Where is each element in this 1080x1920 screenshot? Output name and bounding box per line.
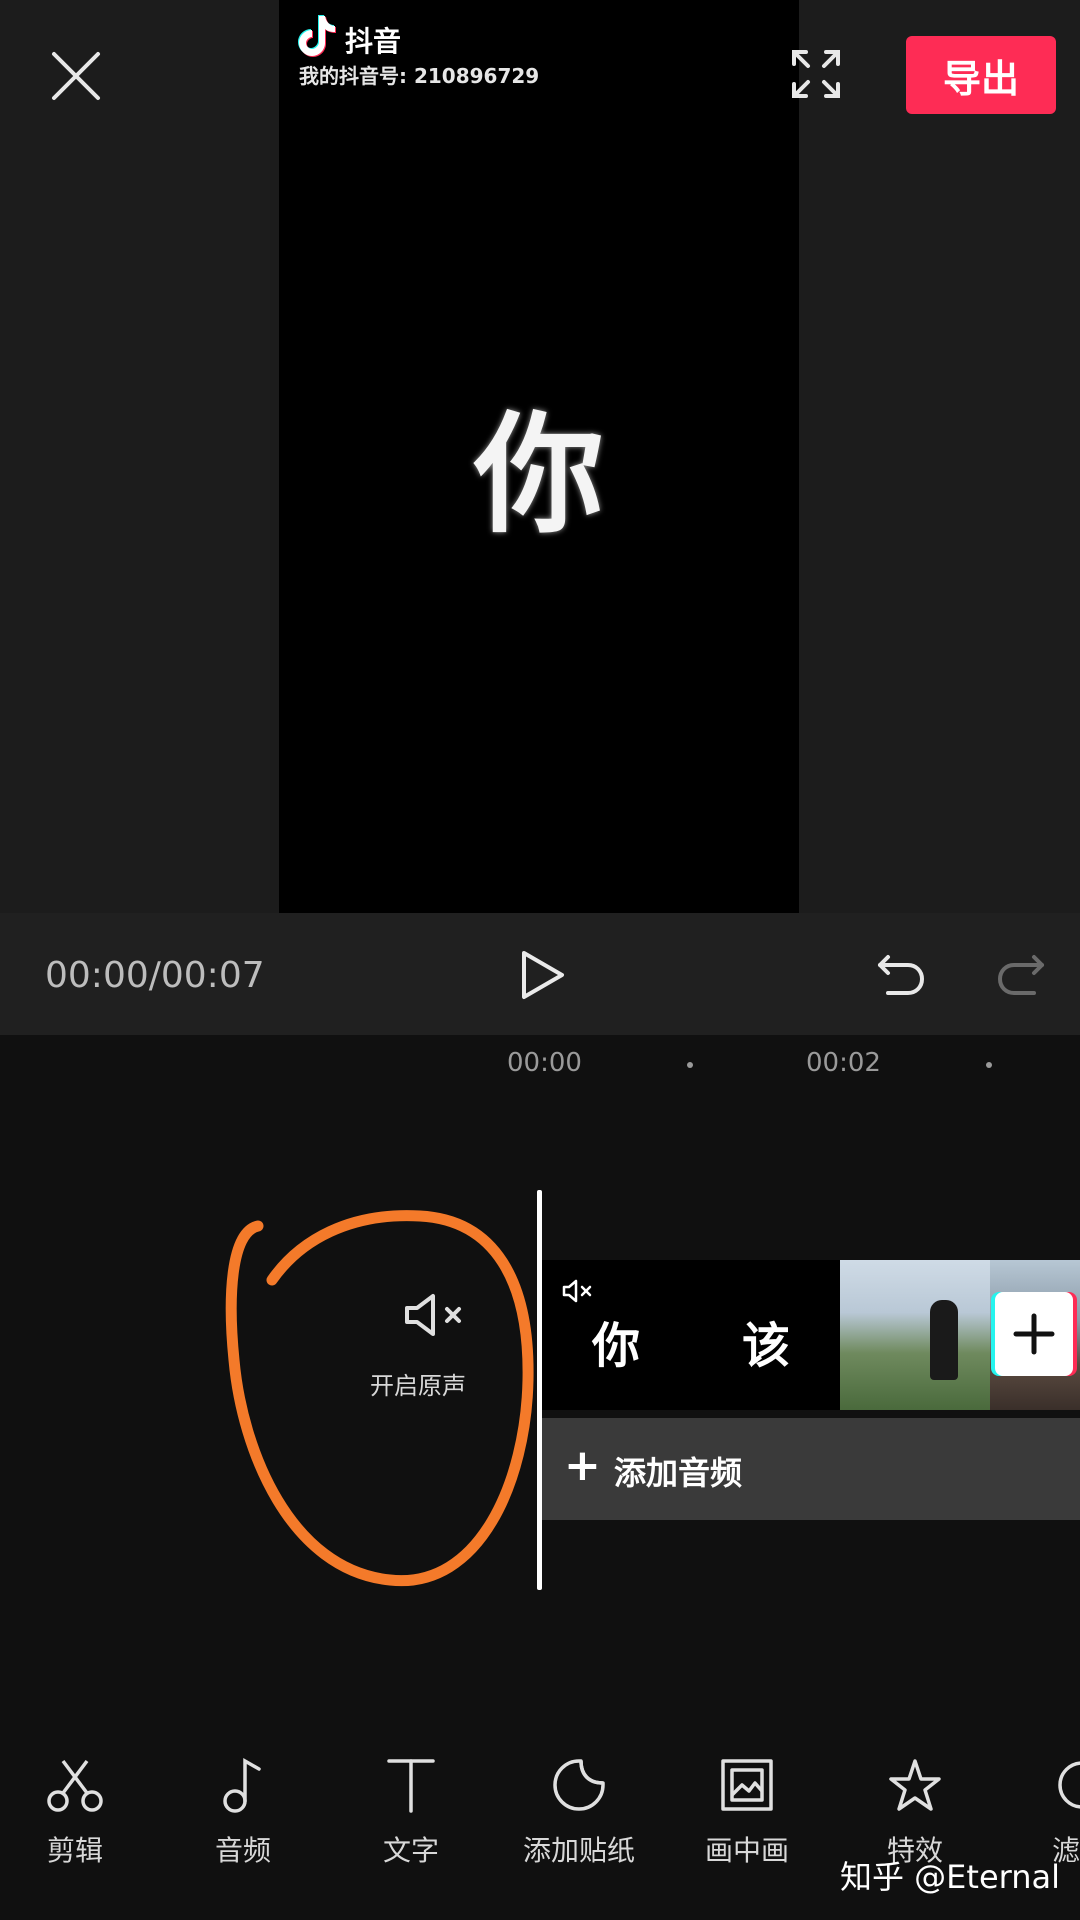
- add-audio-label: 添加音频: [614, 1454, 743, 1492]
- account-id: 我的抖音号: 210896729: [299, 64, 540, 88]
- douyin-logo-icon: [298, 15, 336, 57]
- redo-icon[interactable]: [996, 951, 1046, 999]
- ruler-tick: [986, 1062, 992, 1068]
- playhead[interactable]: [537, 1190, 542, 1590]
- clip-text: 你: [592, 1318, 641, 1374]
- fullscreen-icon[interactable]: [790, 48, 842, 100]
- ruler-tick: [687, 1062, 693, 1068]
- time-readout: 00:00/00:07: [45, 955, 265, 996]
- scissors-icon: [47, 1759, 103, 1812]
- preview-area: 抖音 我的抖音号: 210896729 你 导出: [0, 0, 1080, 913]
- playback-bar: 00:00/00:07: [0, 913, 1080, 1035]
- add-audio-track[interactable]: + 添加音频: [542, 1418, 1080, 1520]
- plus-icon: +: [564, 1440, 601, 1491]
- sticker-icon: [553, 1759, 605, 1811]
- undo-icon[interactable]: [876, 951, 926, 999]
- export-button[interactable]: 导出: [906, 36, 1056, 114]
- video-frame-text: 你: [473, 399, 604, 551]
- tool-label: 音频: [214, 1834, 271, 1867]
- close-icon[interactable]: [48, 48, 104, 104]
- tool-pip[interactable]: 画中画: [687, 1755, 807, 1869]
- tool-label: 画中画: [704, 1834, 789, 1867]
- clip-thumbnail[interactable]: [840, 1260, 990, 1410]
- mute-original-sound-icon[interactable]: [403, 1290, 473, 1340]
- tool-label: 文字: [382, 1834, 439, 1867]
- text-icon: [387, 1759, 435, 1813]
- ruler-label: 00:02: [806, 1048, 881, 1078]
- music-note-icon: [223, 1757, 261, 1813]
- audio-toggle-label[interactable]: 开启原声: [370, 1366, 466, 1401]
- play-icon[interactable]: [518, 949, 566, 1001]
- filter-icon: [1058, 1761, 1080, 1809]
- brand-name: 抖音: [345, 25, 402, 58]
- tool-label: 剪辑: [46, 1834, 103, 1867]
- tool-text[interactable]: 文字: [351, 1755, 471, 1869]
- plus-icon: [1013, 1313, 1055, 1355]
- clip-text: 该: [742, 1318, 791, 1374]
- tool-cut[interactable]: 剪辑: [15, 1755, 135, 1869]
- tool-audio[interactable]: 音频: [183, 1755, 303, 1869]
- muted-speaker-icon: [560, 1276, 596, 1306]
- picture-in-picture-icon: [721, 1759, 773, 1811]
- person-figure: [930, 1300, 958, 1380]
- add-clip-button[interactable]: [995, 1292, 1073, 1376]
- tool-label: 添加贴纸: [522, 1834, 635, 1867]
- star-effect-icon: [889, 1759, 941, 1811]
- tool-sticker[interactable]: 添加贴纸: [519, 1755, 639, 1869]
- video-preview[interactable]: 抖音 我的抖音号: 210896729 你: [279, 0, 799, 913]
- watermark-text: 知乎 @Eternal: [840, 1858, 1061, 1896]
- ruler-label: 00:00: [507, 1048, 582, 1078]
